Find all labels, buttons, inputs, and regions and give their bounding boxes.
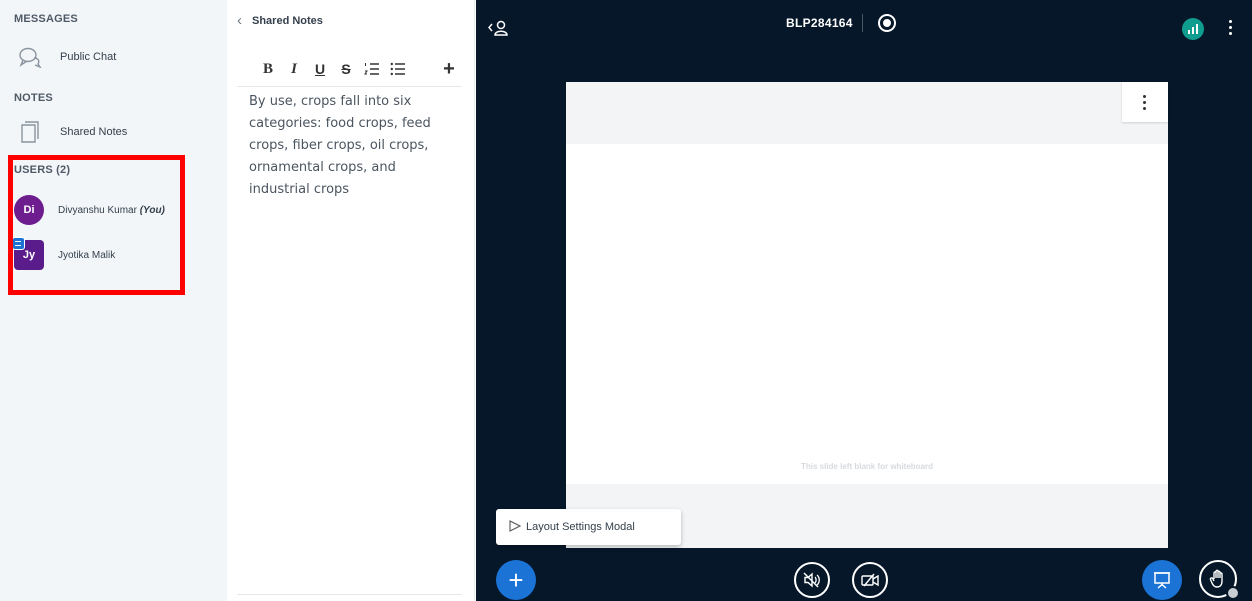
bullet-list-button[interactable] (385, 57, 411, 81)
notes-toolbar: B I U S + (237, 54, 462, 84)
presentation-icon (1154, 572, 1170, 589)
public-chat-item[interactable]: Public Chat (0, 40, 227, 74)
bullet-list-icon (390, 62, 405, 76)
video-off-icon (861, 573, 879, 587)
title-separator (862, 14, 863, 32)
shared-notes-panel: ‹ Shared Notes B I U S + By use, crops f… (227, 0, 475, 601)
connection-status-icon[interactable] (1182, 18, 1204, 40)
slide-whiteboard[interactable]: This slide left blank for whiteboard (566, 82, 1168, 548)
raise-hand-button[interactable] (1199, 560, 1240, 600)
user-item-divyanshu[interactable]: Di Divyanshu Kumar (You) (14, 195, 165, 225)
public-chat-label: Public Chat (60, 51, 117, 63)
user-name: Divyanshu Kumar (You) (58, 205, 165, 216)
slide-top-band (566, 82, 1168, 144)
user-you-suffix: (You) (139, 204, 165, 216)
user-name: Jyotika Malik (58, 250, 115, 261)
underline-button[interactable]: U (307, 57, 333, 81)
share-camera-button[interactable] (852, 562, 888, 598)
strikethrough-button[interactable]: S (333, 57, 359, 81)
presentation-area: BLP284164 This slide left blank for whit… (476, 0, 1252, 601)
slide-caption: This slide left blank for whiteboard (800, 462, 933, 471)
avatar: Jy (12, 237, 44, 270)
plus-icon: + (508, 564, 524, 595)
user-list-toggle-icon[interactable] (488, 20, 510, 41)
notes-section-title: NOTES (14, 92, 53, 104)
presenter-badge-icon (12, 237, 25, 250)
notes-editor[interactable]: By use, crops fall into six categories: … (249, 91, 459, 201)
layout-settings-button[interactable]: Layout Settings Modal (496, 509, 681, 545)
document-icon (18, 120, 42, 144)
avatar: Di (14, 195, 44, 225)
app-window: MESSAGES Public Chat NOTES Shared Notes (0, 0, 1252, 601)
record-icon[interactable] (878, 14, 896, 32)
toolbar-divider (237, 86, 462, 87)
users-highlight-box (8, 155, 185, 295)
editor-bottom-divider (237, 594, 462, 595)
chat-bubbles-icon (18, 45, 42, 69)
ordered-list-button[interactable] (359, 57, 385, 81)
raise-hand-icon (1209, 569, 1223, 588)
layout-settings-label: Layout Settings Modal (526, 521, 635, 533)
messages-section-title: MESSAGES (14, 13, 78, 25)
avatar-initials: Jy (22, 249, 36, 261)
italic-button[interactable]: I (281, 57, 307, 81)
user-name-text: Divyanshu Kumar (58, 204, 137, 216)
presentation-toggle-button[interactable] (1142, 560, 1182, 600)
audio-off-icon (803, 572, 820, 588)
bold-button[interactable]: B (255, 57, 281, 81)
slide-options-button[interactable] (1122, 82, 1168, 122)
actions-add-button[interactable]: + (496, 560, 536, 600)
shared-notes-item[interactable]: Shared Notes (0, 115, 227, 149)
ordered-list-icon (364, 63, 379, 75)
shared-notes-title: Shared Notes (252, 14, 323, 27)
meeting-title: BLP284164 (786, 16, 853, 30)
chevron-left-icon[interactable]: ‹ (237, 13, 242, 28)
more-options-icon (1143, 95, 1147, 113)
shared-notes-label: Shared Notes (60, 126, 128, 138)
users-section-title: USERS (2) (14, 164, 71, 176)
user-item-jyotika[interactable]: Jy Jyotika Malik (12, 237, 115, 270)
shared-notes-header[interactable]: ‹ Shared Notes (237, 13, 323, 28)
play-outline-icon (509, 519, 522, 535)
status-badge (1226, 586, 1240, 600)
insert-button[interactable]: + (436, 57, 462, 81)
more-options-icon[interactable] (1229, 20, 1233, 38)
join-audio-button[interactable] (794, 562, 830, 598)
user-list-panel: MESSAGES Public Chat NOTES Shared Notes (0, 0, 227, 601)
avatar-initials: Di (23, 204, 35, 216)
user-name-text: Jyotika Malik (58, 249, 116, 261)
